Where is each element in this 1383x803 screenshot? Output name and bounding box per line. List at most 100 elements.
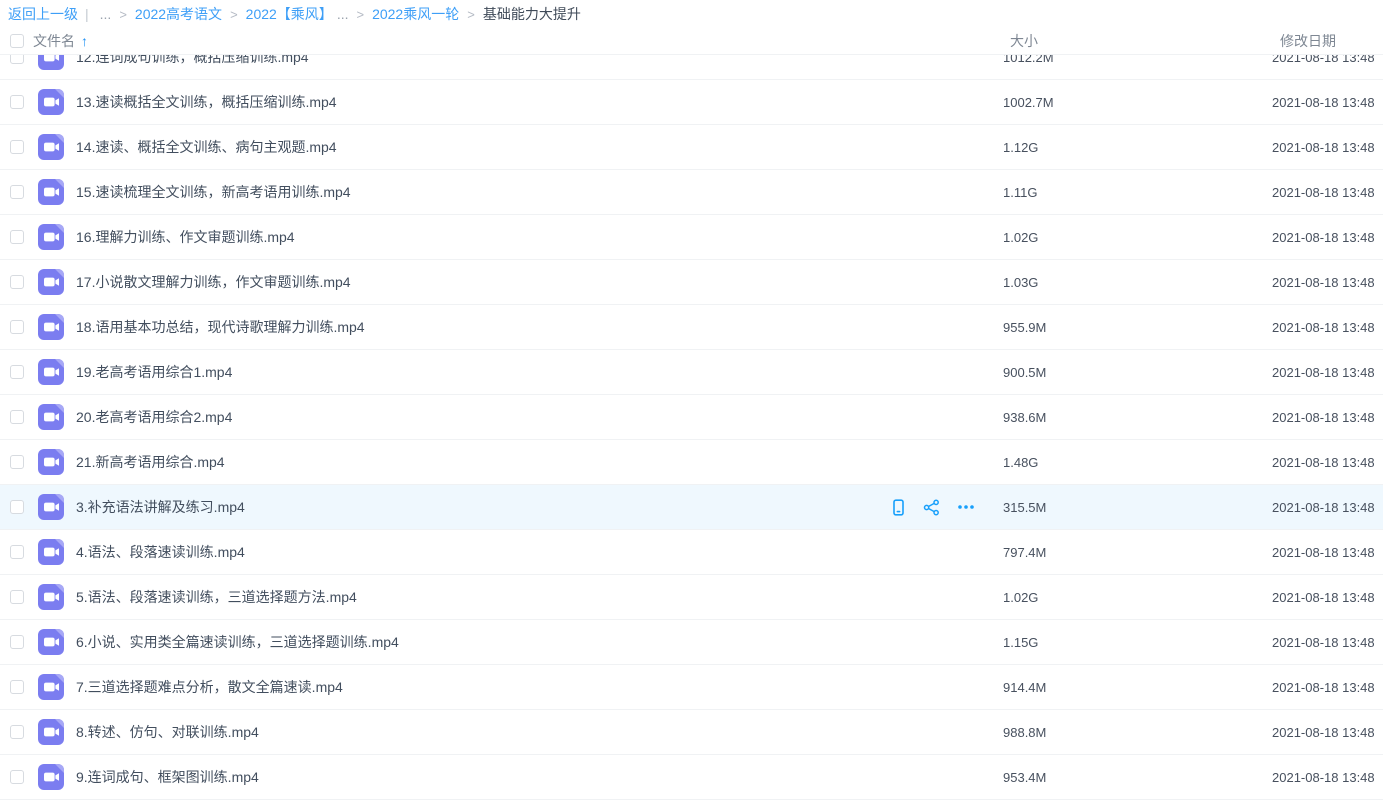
- row-checkbox[interactable]: [10, 320, 24, 334]
- file-name[interactable]: 12.连词成句训练，概括压缩训练.mp4: [76, 55, 309, 67]
- row-checkbox[interactable]: [10, 680, 24, 694]
- row-checkbox[interactable]: [10, 590, 24, 604]
- table-row[interactable]: 7.三道选择题难点分析，散文全篇速读.mp4 914.4M 2021-08-18…: [0, 665, 1383, 710]
- share-icon[interactable]: [923, 499, 940, 516]
- video-file-icon: [38, 179, 64, 205]
- table-row[interactable]: 13.速读概括全文训练，概括压缩训练.mp4 1002.7M 2021-08-1…: [0, 80, 1383, 125]
- breadcrumb-separator: >: [230, 7, 238, 22]
- file-modified-date: 2021-08-18 13:48: [1272, 365, 1383, 380]
- row-checkbox[interactable]: [10, 275, 24, 289]
- row-checkbox[interactable]: [10, 185, 24, 199]
- breadcrumb-divider: |: [85, 6, 89, 22]
- file-modified-date: 2021-08-18 13:48: [1272, 95, 1383, 110]
- row-checkbox[interactable]: [10, 95, 24, 109]
- file-modified-date: 2021-08-18 13:48: [1272, 275, 1383, 290]
- table-row[interactable]: 6.小说、实用类全篇速读训练，三道选择题训练.mp4 1.15G 2021-08…: [0, 620, 1383, 665]
- row-checkbox[interactable]: [10, 365, 24, 379]
- table-row[interactable]: 16.理解力训练、作文审题训练.mp4 1.02G 2021-08-18 13:…: [0, 215, 1383, 260]
- file-list-header: 文件名 ↑ 大小 修改日期: [0, 28, 1383, 55]
- file-name[interactable]: 6.小说、实用类全篇速读训练，三道选择题训练.mp4: [76, 632, 399, 652]
- file-name[interactable]: 21.新高考语用综合.mp4: [76, 452, 225, 472]
- row-checkbox[interactable]: [10, 55, 24, 64]
- column-header-size[interactable]: 大小: [1003, 31, 1272, 51]
- file-name[interactable]: 20.老高考语用综合2.mp4: [76, 407, 232, 427]
- row-checkbox[interactable]: [10, 500, 24, 514]
- breadcrumb-separator: >: [119, 7, 127, 22]
- row-checkbox[interactable]: [10, 455, 24, 469]
- file-name[interactable]: 9.连词成句、框架图训练.mp4: [76, 767, 259, 787]
- more-actions-icon[interactable]: [957, 504, 975, 510]
- file-name[interactable]: 16.理解力训练、作文审题训练.mp4: [76, 227, 295, 247]
- file-modified-date: 2021-08-18 13:48: [1272, 230, 1383, 245]
- video-file-icon: [38, 55, 64, 70]
- file-name[interactable]: 13.速读概括全文训练，概括压缩训练.mp4: [76, 92, 337, 112]
- video-file-icon: [38, 404, 64, 430]
- video-file-icon: [38, 719, 64, 745]
- row-checkbox[interactable]: [10, 545, 24, 559]
- video-file-icon: [38, 224, 64, 250]
- row-checkbox[interactable]: [10, 230, 24, 244]
- file-name[interactable]: 14.速读、概括全文训练、病句主观题.mp4: [76, 137, 337, 157]
- table-row[interactable]: 8.转述、仿句、对联训练.mp4 988.8M 2021-08-18 13:48: [0, 710, 1383, 755]
- file-modified-date: 2021-08-18 13:48: [1272, 455, 1383, 470]
- file-name[interactable]: 17.小说散文理解力训练，作文审题训练.mp4: [76, 272, 351, 292]
- table-row[interactable]: 5.语法、段落速读训练，三道选择题方法.mp4 1.02G 2021-08-18…: [0, 575, 1383, 620]
- video-file-icon: [38, 134, 64, 160]
- file-name[interactable]: 15.速读梳理全文训练，新高考语用训练.mp4: [76, 182, 351, 202]
- file-name[interactable]: 5.语法、段落速读训练，三道选择题方法.mp4: [76, 587, 357, 607]
- row-checkbox[interactable]: [10, 140, 24, 154]
- video-file-icon: [38, 629, 64, 655]
- file-modified-date: 2021-08-18 13:48: [1272, 140, 1383, 155]
- sort-ascending-icon[interactable]: ↑: [81, 33, 88, 49]
- breadcrumb-link[interactable]: 2022乘风一轮: [372, 4, 459, 24]
- select-all-checkbox[interactable]: [10, 34, 24, 48]
- row-checkbox[interactable]: [10, 770, 24, 784]
- file-size: 1.11G: [1003, 185, 1272, 200]
- file-modified-date: 2021-08-18 13:48: [1272, 410, 1383, 425]
- breadcrumb-link[interactable]: 2022高考语文: [135, 4, 222, 24]
- video-file-icon: [38, 359, 64, 385]
- row-actions: [891, 499, 975, 516]
- file-size: 1012.2M: [1003, 55, 1272, 65]
- file-size: 1.03G: [1003, 275, 1272, 290]
- table-row[interactable]: 17.小说散文理解力训练，作文审题训练.mp4 1.03G 2021-08-18…: [0, 260, 1383, 305]
- send-to-phone-icon[interactable]: [891, 499, 906, 516]
- file-name[interactable]: 8.转述、仿句、对联训练.mp4: [76, 722, 259, 742]
- row-checkbox[interactable]: [10, 635, 24, 649]
- breadcrumb-link[interactable]: 2022【乘风】: [246, 4, 333, 24]
- file-name[interactable]: 19.老高考语用综合1.mp4: [76, 362, 232, 382]
- table-row[interactable]: 15.速读梳理全文训练，新高考语用训练.mp4 1.11G 2021-08-18…: [0, 170, 1383, 215]
- table-row[interactable]: 14.速读、概括全文训练、病句主观题.mp4 1.12G 2021-08-18 …: [0, 125, 1383, 170]
- table-row[interactable]: 3.补充语法讲解及练习.mp4: [0, 485, 1383, 530]
- column-header-modified[interactable]: 修改日期: [1272, 31, 1383, 51]
- table-row[interactable]: 19.老高考语用综合1.mp4 900.5M 2021-08-18 13:48: [0, 350, 1383, 395]
- table-row[interactable]: 21.新高考语用综合.mp4 1.48G 2021-08-18 13:48: [0, 440, 1383, 485]
- file-size: 988.8M: [1003, 725, 1272, 740]
- table-row[interactable]: 9.连词成句、框架图训练.mp4 953.4M 2021-08-18 13:48: [0, 755, 1383, 800]
- file-modified-date: 2021-08-18 13:48: [1272, 320, 1383, 335]
- column-header-filename[interactable]: 文件名: [33, 31, 75, 51]
- table-row[interactable]: 20.老高考语用综合2.mp4 938.6M 2021-08-18 13:48: [0, 395, 1383, 440]
- row-checkbox[interactable]: [10, 410, 24, 424]
- file-modified-date: 2021-08-18 13:48: [1272, 680, 1383, 695]
- file-size: 1.02G: [1003, 230, 1272, 245]
- file-modified-date: 2021-08-18 13:48: [1272, 55, 1383, 65]
- file-modified-date: 2021-08-18 13:48: [1272, 590, 1383, 605]
- row-checkbox[interactable]: [10, 725, 24, 739]
- file-name[interactable]: 4.语法、段落速读训练.mp4: [76, 542, 245, 562]
- breadcrumb-back-link[interactable]: 返回上一级: [8, 4, 78, 24]
- table-row[interactable]: 4.语法、段落速读训练.mp4 797.4M 2021-08-18 13:48: [0, 530, 1383, 575]
- file-name[interactable]: 3.补充语法讲解及练习.mp4: [76, 497, 245, 517]
- file-name[interactable]: 18.语用基本功总结，现代诗歌理解力训练.mp4: [76, 317, 365, 337]
- file-modified-date: 2021-08-18 13:48: [1272, 185, 1383, 200]
- video-file-icon: [38, 674, 64, 700]
- table-row[interactable]: 18.语用基本功总结，现代诗歌理解力训练.mp4 955.9M 2021-08-…: [0, 305, 1383, 350]
- video-file-icon: [38, 89, 64, 115]
- file-size: 955.9M: [1003, 320, 1272, 335]
- breadcrumb-ellipsis: ...: [100, 6, 112, 22]
- file-modified-date: 2021-08-18 13:48: [1272, 545, 1383, 560]
- table-row[interactable]: 12.连词成句训练，概括压缩训练.mp4 1012.2M 2021-08-18 …: [0, 55, 1383, 80]
- breadcrumb-separator: >: [356, 7, 364, 22]
- breadcrumb-current: 基础能力大提升: [483, 4, 581, 24]
- file-name[interactable]: 7.三道选择题难点分析，散文全篇速读.mp4: [76, 677, 343, 697]
